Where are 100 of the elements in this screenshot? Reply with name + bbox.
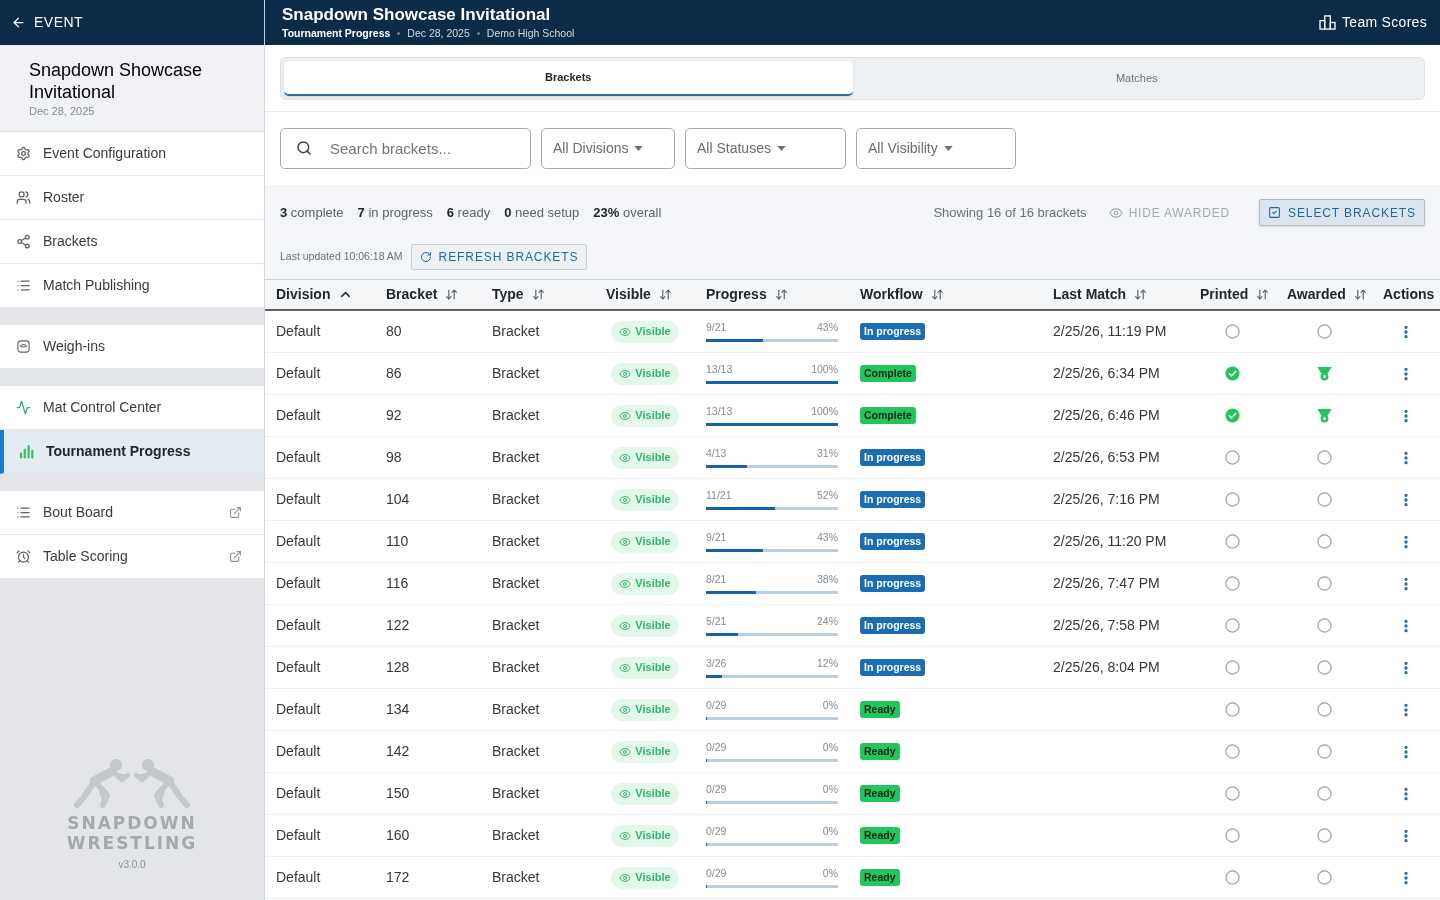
sidebar-item[interactable]: Mat Control Center xyxy=(0,386,264,430)
sidebar-item[interactable]: Tournament Progress xyxy=(0,430,264,474)
eye-icon xyxy=(619,493,632,506)
eye-icon xyxy=(619,577,632,590)
workflow-status: In progress xyxy=(860,575,926,592)
sidebar-item[interactable]: Match Publishing xyxy=(0,264,264,308)
sidebar-item[interactable]: Roster xyxy=(0,176,264,220)
tab[interactable]: Brackets xyxy=(284,61,853,96)
column-header[interactable]: Workflow xyxy=(860,284,944,305)
progress-count: 0/29 xyxy=(706,825,727,837)
eye-icon xyxy=(619,409,632,422)
visibility-label: Visible xyxy=(635,744,671,760)
table-cell-text: 172 xyxy=(386,868,410,887)
visibility-label: Visible xyxy=(635,576,671,592)
summary-stat: 7 in progress xyxy=(357,203,433,222)
table-cell-text: Bracket xyxy=(492,322,540,341)
table-cell-text: Bracket xyxy=(492,784,540,803)
workflow-status: Complete xyxy=(860,365,916,382)
table-cell-text: Default xyxy=(276,322,321,341)
sidebar-item[interactable]: Bout Board xyxy=(0,491,264,535)
table-cell-text: 2/25/26, 8:04 PM xyxy=(1053,658,1160,677)
column-header[interactable]: Type xyxy=(492,284,545,305)
tab[interactable]: Matches xyxy=(852,61,1421,96)
pulse-icon xyxy=(16,400,31,415)
team-scores-button[interactable]: Team Scores xyxy=(1319,12,1427,33)
eye-icon xyxy=(1108,205,1123,220)
column-header[interactable]: Visible xyxy=(606,284,672,305)
table-cell-text: 2/25/26, 6:34 PM xyxy=(1053,364,1160,383)
workflow-status: Ready xyxy=(860,785,900,802)
table-cell-text: Default xyxy=(276,406,321,425)
eye-icon xyxy=(619,451,632,464)
progress-percent: 0% xyxy=(822,741,838,753)
list-icon xyxy=(16,505,31,520)
eye-icon xyxy=(619,745,632,758)
refresh-brackets-button[interactable]: REFRESH BRACKETS xyxy=(410,244,588,270)
eye-icon xyxy=(619,535,632,548)
caret-down-icon xyxy=(776,146,786,151)
sidebar-item[interactable]: Weigh-ins xyxy=(0,325,264,369)
progress-percent: 0% xyxy=(822,867,838,879)
table-cell-text: Bracket xyxy=(492,616,540,635)
table-cell-text: 116 xyxy=(386,574,409,593)
table-cell-text: 2/25/26, 6:46 PM xyxy=(1053,406,1160,425)
visibility-label: Visible xyxy=(635,870,671,886)
filter-dropdown[interactable]: All Visibility xyxy=(856,128,1016,169)
share-icon xyxy=(16,234,31,249)
header-meta-text: Demo High School xyxy=(486,27,575,40)
visibility-label: Visible xyxy=(635,534,671,550)
table-cell-text: Default xyxy=(276,742,321,761)
select-brackets-button[interactable]: SELECT BRACKETS xyxy=(1259,199,1425,226)
logo-text: WRESTLING xyxy=(66,833,198,853)
search-field[interactable]: Search brackets... xyxy=(280,128,531,169)
column-header[interactable]: Progress xyxy=(706,284,788,305)
progress-percent: 43% xyxy=(817,531,838,543)
table-cell-text: Default xyxy=(276,490,321,509)
progress-count: 3/26 xyxy=(706,657,727,669)
eye-icon xyxy=(619,703,632,716)
sidebar-item[interactable]: Event Configuration xyxy=(0,132,264,176)
progress-percent: 43% xyxy=(817,321,838,333)
column-header[interactable]: Printed xyxy=(1200,284,1270,305)
back-button[interactable]: EVENT xyxy=(11,12,84,33)
scale-icon xyxy=(16,339,31,354)
table-cell-text: Bracket xyxy=(492,406,540,425)
progress-count: 8/21 xyxy=(706,573,727,585)
table-cell-text: 2/25/26, 7:16 PM xyxy=(1053,490,1160,509)
table-cell-text: 134 xyxy=(386,700,410,719)
refresh-icon xyxy=(419,251,432,263)
list-icon xyxy=(16,278,31,293)
visibility-label: Visible xyxy=(635,450,671,466)
column-header[interactable]: Actions xyxy=(1383,284,1435,305)
progress-count: 9/21 xyxy=(706,531,727,543)
table-cell-text: 160 xyxy=(386,826,410,845)
users-icon xyxy=(16,190,31,205)
alarm-clock-icon xyxy=(16,549,31,564)
column-header[interactable]: Bracket xyxy=(386,284,459,305)
table-cell-text: Bracket xyxy=(492,532,540,551)
filter-dropdown[interactable]: All Statuses xyxy=(685,128,846,169)
showing-count: Showing 16 of 16 brackets xyxy=(933,203,1087,222)
progress-percent: 31% xyxy=(817,447,838,459)
workflow-status: Ready xyxy=(860,869,900,886)
column-header[interactable]: Division xyxy=(276,284,354,305)
table-cell-text: 80 xyxy=(386,322,402,341)
sidebar-item[interactable]: Brackets xyxy=(0,220,264,264)
visibility-label: Visible xyxy=(635,618,671,634)
table-cell-text: 150 xyxy=(386,784,410,803)
progress-percent: 24% xyxy=(817,615,838,627)
column-header[interactable]: Last Match xyxy=(1053,284,1148,305)
workflow-status: In progress xyxy=(860,449,926,466)
table-cell-text: 142 xyxy=(386,742,410,761)
table-cell-text: Default xyxy=(276,448,321,467)
summary-stat: 3 complete xyxy=(280,203,344,222)
progress-count: 11/21 xyxy=(706,489,732,501)
table-cell-text: Default xyxy=(276,700,321,719)
table-cell-text: 92 xyxy=(386,406,402,425)
last-updated-text: Last updated 10:06:18 AM xyxy=(280,249,403,265)
workflow-status: Ready xyxy=(860,743,900,760)
column-header[interactable]: Awarded xyxy=(1287,284,1367,305)
event-date: Dec 28, 2025 xyxy=(29,104,96,118)
sidebar-item[interactable]: Table Scoring xyxy=(0,535,264,579)
filter-dropdown[interactable]: All Divisions xyxy=(541,128,675,169)
progress-percent: 100% xyxy=(811,363,838,375)
